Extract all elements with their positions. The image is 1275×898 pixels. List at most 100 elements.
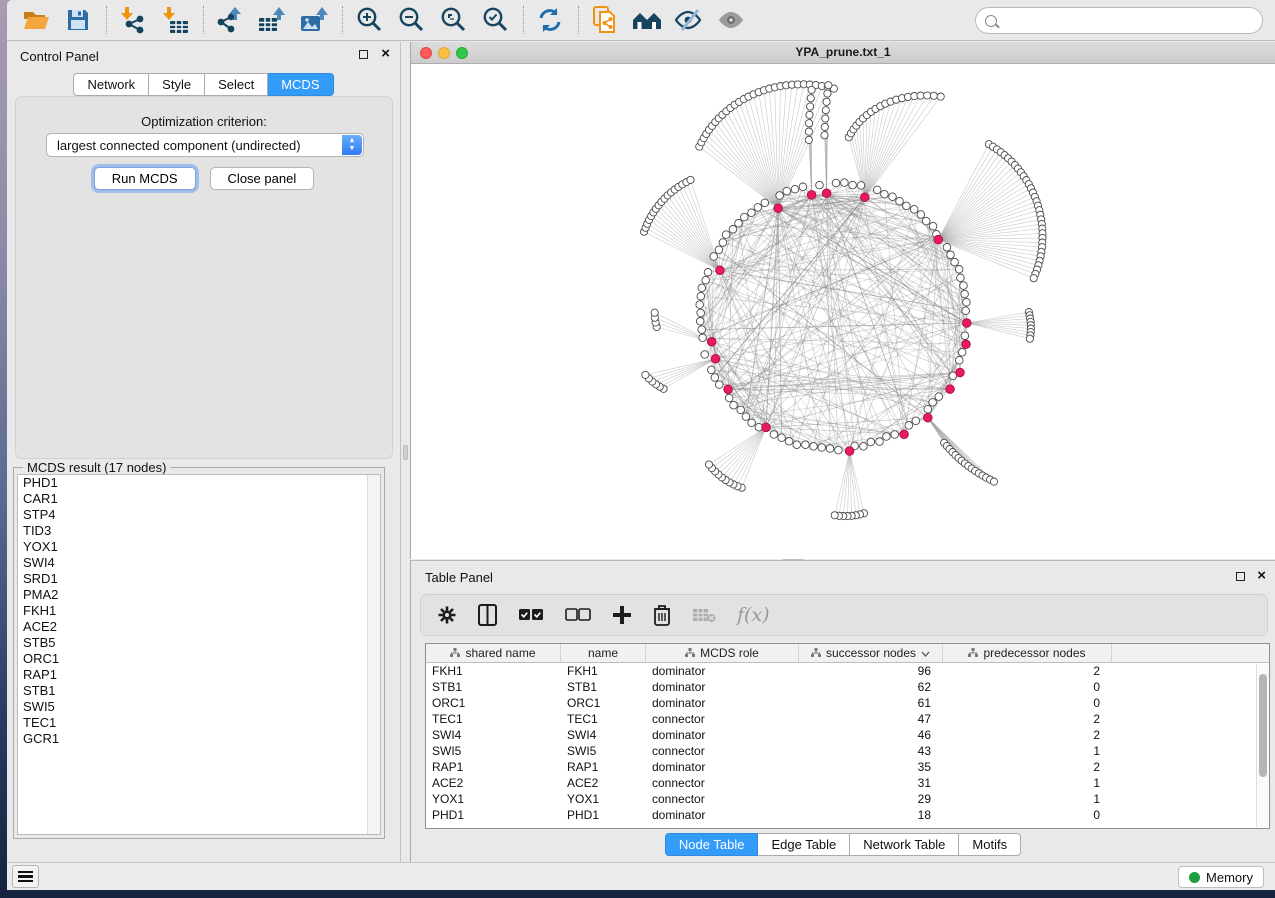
cell-predecessor-nodes[interactable]: 2 (943, 759, 1112, 775)
mcds-result-item[interactable]: FKH1 (18, 603, 380, 619)
table-scrollbar-thumb[interactable] (1259, 674, 1267, 777)
cell-MCDS-role[interactable]: dominator (646, 727, 799, 743)
cell-successor-nodes[interactable]: 96 (799, 663, 943, 679)
cell-shared-name[interactable]: STB1 (426, 679, 561, 695)
cell-shared-name[interactable]: ACE2 (426, 775, 561, 791)
table-row[interactable]: FKH1FKH1dominator962 (426, 663, 1269, 679)
close-panel-icon[interactable]: × (381, 45, 390, 63)
delete-table-icon[interactable] (692, 600, 716, 630)
table-row[interactable]: RAP1RAP1dominator352 (426, 759, 1269, 775)
cell-name[interactable]: SWI4 (561, 727, 646, 743)
mcds-result-item[interactable]: YOX1 (18, 539, 380, 555)
cell-MCDS-role[interactable]: dominator (646, 695, 799, 711)
mcds-result-item[interactable]: CAR1 (18, 491, 380, 507)
cell-successor-nodes[interactable]: 62 (799, 679, 943, 695)
run-mcds-button[interactable]: Run MCDS (94, 167, 196, 190)
table-scrollbar[interactable] (1256, 664, 1269, 827)
cell-predecessor-nodes[interactable]: 1 (943, 791, 1112, 807)
select-all-icon[interactable] (518, 600, 544, 630)
table-row[interactable]: SWI5SWI5connector431 (426, 743, 1269, 759)
show-panels-button[interactable] (12, 865, 39, 888)
table-row[interactable]: YOX1YOX1connector291 (426, 791, 1269, 807)
cell-MCDS-role[interactable]: connector (646, 791, 799, 807)
float-panel-icon[interactable] (359, 50, 368, 59)
cell-successor-nodes[interactable]: 31 (799, 775, 943, 791)
vertical-splitter-handle[interactable] (403, 445, 408, 460)
table-tab-node-table[interactable]: Node Table (665, 833, 759, 856)
column-header-successor-nodes[interactable]: successor nodes (799, 644, 943, 662)
mcds-result-item[interactable]: SWI4 (18, 555, 380, 571)
mcds-result-item[interactable]: STP4 (18, 507, 380, 523)
mcds-result-item[interactable]: STB1 (18, 683, 380, 699)
cell-predecessor-nodes[interactable]: 2 (943, 727, 1112, 743)
cell-successor-nodes[interactable]: 29 (799, 791, 943, 807)
cell-name[interactable]: FKH1 (561, 663, 646, 679)
cell-name[interactable]: ACE2 (561, 775, 646, 791)
mcds-result-item[interactable]: ORC1 (18, 651, 380, 667)
zoom-in-icon[interactable] (352, 4, 386, 36)
optimization-criterion-select[interactable]: largest connected component (undirected)… (46, 133, 364, 157)
table-tab-motifs[interactable]: Motifs (959, 833, 1021, 856)
mcds-result-item[interactable]: RAP1 (18, 667, 380, 683)
cell-MCDS-role[interactable]: dominator (646, 759, 799, 775)
memory-button[interactable]: Memory (1178, 866, 1264, 888)
cell-shared-name[interactable]: RAP1 (426, 759, 561, 775)
cell-name[interactable]: TEC1 (561, 711, 646, 727)
network-graph[interactable] (411, 64, 1274, 558)
column-header-shared-name[interactable]: shared name (426, 644, 561, 662)
cell-MCDS-role[interactable]: dominator (646, 807, 799, 823)
table-row[interactable]: ORC1ORC1dominator610 (426, 695, 1269, 711)
add-column-icon[interactable] (612, 600, 632, 630)
save-session-icon[interactable] (61, 4, 95, 36)
open-session-icon[interactable] (19, 4, 53, 36)
table-row[interactable]: STB1STB1dominator620 (426, 679, 1269, 695)
cell-shared-name[interactable]: TEC1 (426, 711, 561, 727)
import-table-icon[interactable] (158, 4, 192, 36)
cell-shared-name[interactable]: FKH1 (426, 663, 561, 679)
float-table-panel-icon[interactable] (1236, 572, 1245, 581)
close-window-icon[interactable] (420, 47, 432, 59)
mcds-result-item[interactable]: SWI5 (18, 699, 380, 715)
mcds-result-item[interactable]: TID3 (18, 523, 380, 539)
mcds-result-item[interactable]: PMA2 (18, 587, 380, 603)
zoom-selected-icon[interactable] (478, 4, 512, 36)
cell-successor-nodes[interactable]: 47 (799, 711, 943, 727)
close-panel-button[interactable]: Close panel (210, 167, 315, 190)
maximize-window-icon[interactable] (456, 47, 468, 59)
deselect-all-icon[interactable] (565, 600, 591, 630)
table-row[interactable]: TEC1TEC1connector472 (426, 711, 1269, 727)
cell-predecessor-nodes[interactable]: 1 (943, 743, 1112, 759)
tab-network[interactable]: Network (73, 73, 149, 96)
close-table-panel-icon[interactable]: × (1257, 567, 1266, 585)
cell-MCDS-role[interactable]: dominator (646, 663, 799, 679)
mcds-result-item[interactable]: STB5 (18, 635, 380, 651)
cell-name[interactable]: RAP1 (561, 759, 646, 775)
cell-name[interactable]: STB1 (561, 679, 646, 695)
mcds-result-item[interactable]: SRD1 (18, 571, 380, 587)
column-settings-icon[interactable] (437, 600, 457, 630)
zoom-fit-icon[interactable] (436, 4, 470, 36)
cell-successor-nodes[interactable]: 18 (799, 807, 943, 823)
cell-successor-nodes[interactable]: 61 (799, 695, 943, 711)
refresh-icon[interactable] (533, 4, 567, 36)
tab-select[interactable]: Select (205, 73, 268, 96)
network-canvas[interactable] (411, 64, 1275, 559)
cell-shared-name[interactable]: ORC1 (426, 695, 561, 711)
cell-predecessor-nodes[interactable]: 0 (943, 679, 1112, 695)
cell-successor-nodes[interactable]: 43 (799, 743, 943, 759)
table-row[interactable]: PHD1PHD1dominator180 (426, 807, 1269, 823)
cell-shared-name[interactable]: SWI4 (426, 727, 561, 743)
column-header-MCDS-role[interactable]: MCDS role (646, 644, 799, 662)
cell-MCDS-role[interactable]: dominator (646, 679, 799, 695)
mcds-result-item[interactable]: GCR1 (18, 731, 380, 747)
export-image-icon[interactable] (297, 4, 331, 36)
cell-shared-name[interactable]: PHD1 (426, 807, 561, 823)
column-header-predecessor-nodes[interactable]: predecessor nodes (943, 644, 1112, 662)
cell-predecessor-nodes[interactable]: 0 (943, 807, 1112, 823)
table-row[interactable]: SWI4SWI4dominator462 (426, 727, 1269, 743)
cell-name[interactable]: YOX1 (561, 791, 646, 807)
cell-predecessor-nodes[interactable]: 1 (943, 775, 1112, 791)
cell-predecessor-nodes[interactable]: 2 (943, 663, 1112, 679)
cell-MCDS-role[interactable]: connector (646, 711, 799, 727)
mcds-result-item[interactable]: PHD1 (18, 475, 380, 491)
